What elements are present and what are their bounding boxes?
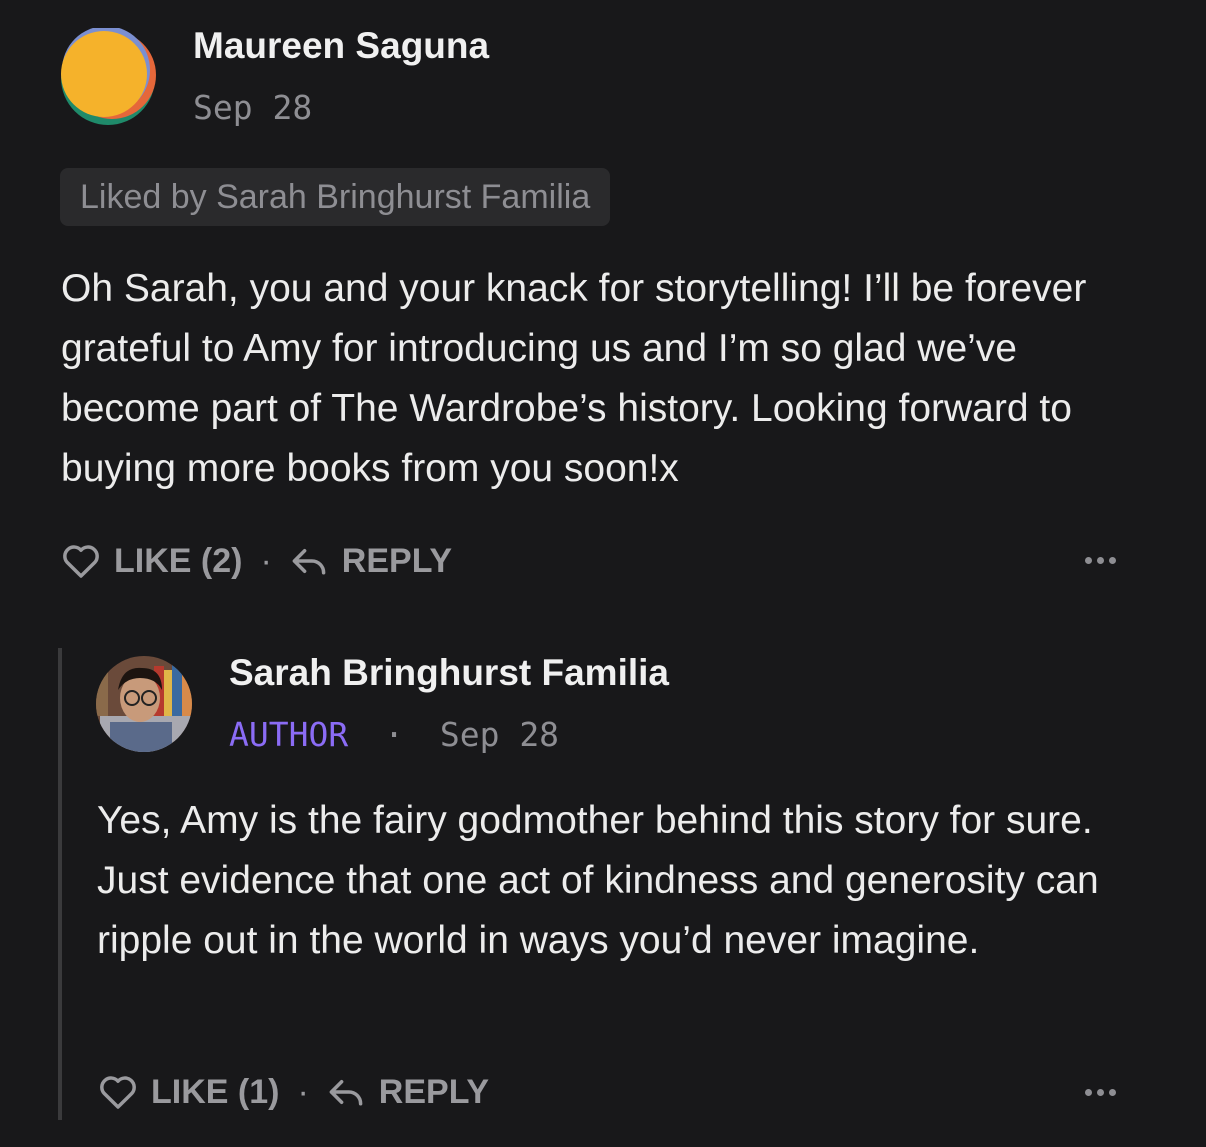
comment-author[interactable]: Sarah Bringhurst Familia <box>229 652 669 694</box>
comment-text: Oh Sarah, you and your knack for storyte… <box>61 267 1087 490</box>
comment-meta: AUTHOR · Sep 28 <box>229 715 559 754</box>
like-button[interactable]: LIKE (1) <box>99 1073 279 1112</box>
heart-outline-icon <box>62 543 100 579</box>
like-label: LIKE (1) <box>151 1072 280 1111</box>
comment-actions: LIKE (1) · REPLY <box>99 1067 489 1117</box>
reply-arrow-icon <box>290 546 328 576</box>
comment-date[interactable]: Sep 28 <box>193 88 312 127</box>
avatar[interactable] <box>96 656 192 752</box>
liked-by-badge: Liked by Sarah Bringhurst Familia <box>60 168 611 226</box>
more-dots-icon[interactable] <box>1085 557 1116 564</box>
author-badge: AUTHOR <box>229 715 349 754</box>
reply-label: REPLY <box>378 1072 490 1111</box>
separator: · <box>384 715 404 754</box>
thread-line <box>58 648 62 1120</box>
heart-outline-icon <box>99 1074 137 1110</box>
comment-text: Yes, Amy is the fairy godmother behind t… <box>97 799 1099 962</box>
separator: · <box>260 541 272 580</box>
more-dots-icon[interactable] <box>1085 1089 1116 1096</box>
comment-actions: LIKE (2) · REPLY <box>62 536 452 586</box>
like-label: LIKE (2) <box>114 541 243 580</box>
comment-author[interactable]: Maureen Saguna <box>193 25 489 67</box>
separator: · <box>297 1072 309 1111</box>
avatar[interactable] <box>58 26 158 128</box>
reply-arrow-icon <box>327 1077 365 1107</box>
reply-button[interactable]: REPLY <box>327 1073 489 1112</box>
reply-button[interactable]: REPLY <box>290 542 452 581</box>
reply-label: REPLY <box>341 541 453 580</box>
comment-date[interactable]: Sep 28 <box>440 715 559 754</box>
like-button[interactable]: LIKE (2) <box>62 542 242 581</box>
